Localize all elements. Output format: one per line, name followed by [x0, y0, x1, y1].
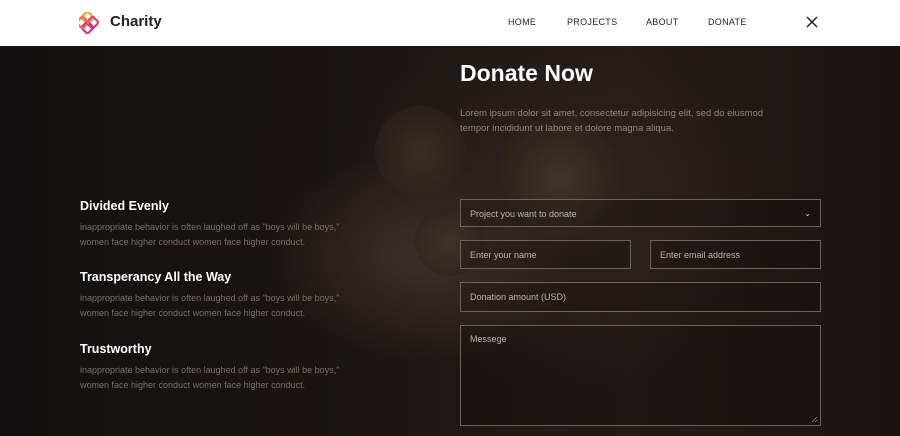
nav-projects[interactable]: PROJECTS [567, 17, 617, 27]
nav-donate[interactable]: DONATE [708, 17, 747, 27]
email-input-placeholder: Enter email address [660, 250, 741, 260]
feature-text: inappropriate behavior is often laughed … [80, 365, 340, 390]
donate-section: Donate Now Lorem ipsum dolor sit amet, c… [0, 46, 900, 436]
donate-lead-text: Lorem ipsum dolor sit amet, consectetur … [460, 108, 764, 134]
close-icon[interactable] [805, 15, 819, 29]
feature-text: inappropriate behavior is often laughed … [80, 222, 340, 247]
feature-title: Transperancy All the Way [80, 270, 232, 284]
brand-name[interactable]: Charity [110, 13, 162, 30]
message-textarea-placeholder: Messege [470, 334, 507, 344]
coin-image [375, 106, 465, 196]
feature-title: Divided Evenly [80, 199, 169, 213]
charity-logo-icon[interactable] [79, 12, 101, 34]
message-textarea[interactable]: Messege [460, 325, 821, 426]
nav-home[interactable]: HOME [508, 17, 536, 27]
resize-handle-icon[interactable] [811, 416, 818, 423]
feature-title: Trustworthy [80, 342, 152, 356]
project-select[interactable]: Project you want to donate ⌄ [460, 199, 821, 227]
site-header: Charity HOME PROJECTS ABOUT DONATE [0, 0, 900, 46]
email-input[interactable]: Enter email address [650, 240, 821, 269]
amount-input-placeholder: Donation amount (USD) [470, 292, 567, 302]
nav-about[interactable]: ABOUT [646, 17, 679, 27]
feature-text: inappropriate behavior is often laughed … [80, 293, 340, 318]
chevron-down-icon: ⌄ [804, 209, 811, 218]
amount-input[interactable]: Donation amount (USD) [460, 282, 821, 312]
donate-title: Donate Now [460, 60, 593, 86]
name-input[interactable]: Enter your name [460, 240, 631, 269]
name-input-placeholder: Enter your name [470, 250, 537, 260]
project-select-value: Project you want to donate [470, 209, 577, 219]
